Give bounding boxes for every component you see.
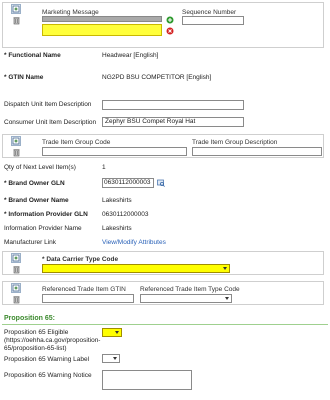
chevron-down-icon [113, 357, 117, 360]
consumer-description-value: Zephyr BSU Compet Royal Hat [105, 118, 196, 125]
qty-next-level-label: Qty of Next Level Item(s) [4, 164, 76, 171]
referenced-controls [2, 283, 36, 304]
prop65-eligible-select[interactable] [102, 328, 122, 337]
info-provider-gln-label: * Information Provider GLN [4, 211, 88, 218]
data-carrier-controls [2, 253, 36, 274]
brand-owner-gln-label: * Brand Owner GLN [4, 180, 65, 187]
dispatch-description-label: Dispatch Unit Item Description [4, 101, 92, 108]
chevron-down-icon [223, 267, 227, 270]
column-referenced-gtin: Referenced Trade Item GTIN [42, 286, 126, 293]
functional-name-value: Headwear [English] [102, 52, 159, 59]
prop65-warning-label-select[interactable] [102, 354, 120, 363]
remove-language-icon[interactable] [166, 27, 174, 35]
prop65-section-title: Proposition 65: [4, 315, 55, 322]
column-sequence-number: Sequence Number [182, 9, 237, 16]
view-modify-attributes-link[interactable]: View/Modify Attributes [102, 239, 166, 246]
brand-owner-name-label: * Brand Owner Name [4, 197, 69, 204]
column-marketing-message: Marketing Message [42, 9, 99, 16]
add-row-icon[interactable] [11, 136, 21, 146]
delete-icon[interactable] [12, 148, 21, 157]
add-row-icon[interactable] [11, 253, 21, 263]
delete-icon[interactable] [12, 16, 21, 25]
consumer-description-label: Consumer Unit Item Description [4, 119, 97, 126]
prop65-eligible-label: Proposition 65 Eligible [4, 329, 69, 336]
add-row-icon[interactable] [11, 283, 21, 293]
add-language-icon[interactable] [166, 16, 174, 24]
info-provider-name-value: Lakeshirts [102, 225, 132, 232]
lookup-icon[interactable] [157, 179, 165, 187]
trade-item-group-description-input[interactable] [192, 147, 322, 156]
trade-group-controls [2, 136, 36, 157]
marketing-message-input[interactable] [42, 24, 162, 36]
info-provider-gln-value: 0630112000003 [102, 211, 149, 218]
delete-icon[interactable] [12, 295, 21, 304]
column-referenced-type-code: Referenced Trade Item Type Code [140, 286, 240, 293]
prop65-warning-notice-textarea[interactable] [102, 370, 192, 390]
gtin-name-value: NG2PD BSU COMPETITOR [English] [102, 74, 212, 81]
referenced-type-code-select[interactable] [140, 294, 232, 303]
delete-icon[interactable] [12, 265, 21, 274]
prop65-warning-notice-label: Proposition 65 Warning Notice [4, 372, 92, 379]
prop65-eligible-url: (https://oehha.ca.gov/proposition-65/pro… [4, 337, 101, 352]
brand-owner-name-value: Lakeshirts [102, 197, 132, 204]
data-carrier-type-code-label: * Data Carrier Type Code [42, 256, 119, 263]
chevron-down-icon [115, 331, 119, 334]
brand-owner-gln-value: 0630112000003 [104, 179, 151, 186]
trade-item-group-code-input[interactable] [42, 147, 187, 156]
info-provider-name-label: Information Provider Name [4, 225, 82, 232]
marketing-controls [2, 4, 36, 25]
qty-next-level-value: 1 [102, 164, 106, 171]
column-trade-item-group-code: Trade Item Group Code [42, 139, 111, 146]
marketing-message-language-select[interactable] [42, 16, 162, 22]
dispatch-description-input[interactable] [102, 100, 244, 110]
prop65-warning-label-label: Proposition 65 Warning Label [4, 356, 90, 363]
column-trade-item-group-description: Trade Item Group Description [192, 139, 278, 146]
manufacturer-link-label: Manufacturer Link [4, 239, 57, 246]
functional-name-label: * Functional Name [4, 52, 61, 59]
sequence-number-input[interactable] [182, 16, 244, 25]
section-divider [2, 324, 328, 325]
data-carrier-type-code-select[interactable] [42, 264, 230, 273]
consumer-description-input[interactable]: Zephyr BSU Compet Royal Hat [102, 117, 244, 127]
referenced-gtin-input[interactable] [42, 294, 134, 303]
gtin-name-label: * GTIN Name [4, 74, 44, 81]
chevron-down-icon [225, 297, 229, 300]
brand-owner-gln-input[interactable]: 0630112000003 [102, 178, 154, 188]
add-row-icon[interactable] [11, 4, 21, 14]
